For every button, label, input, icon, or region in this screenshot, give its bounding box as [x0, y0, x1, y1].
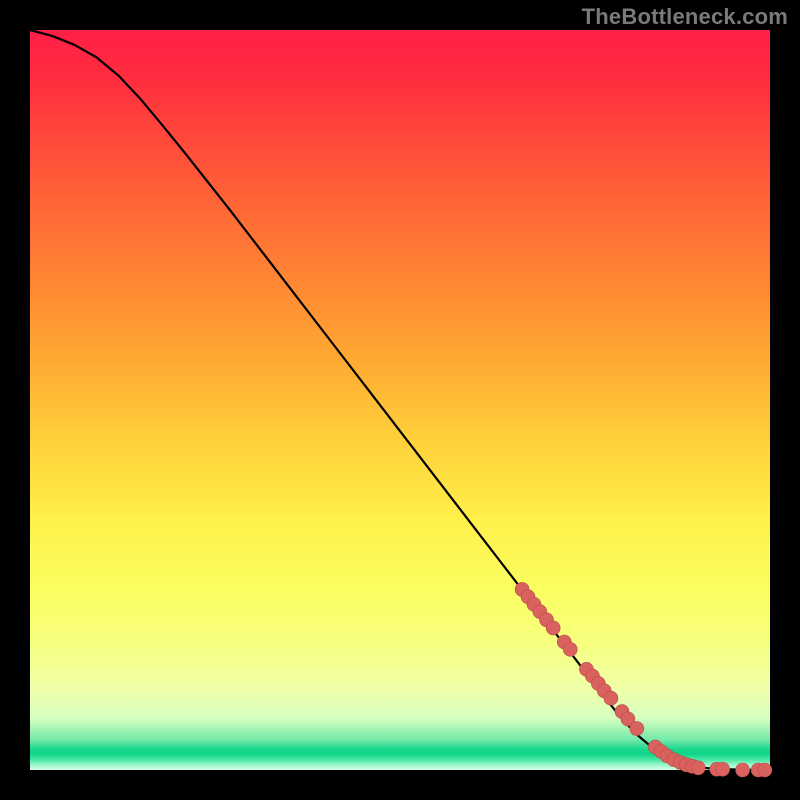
data-marker — [691, 761, 705, 775]
data-marker — [546, 621, 560, 635]
data-marker — [758, 763, 772, 777]
marker-group — [515, 582, 772, 777]
chart-svg — [30, 30, 770, 770]
data-marker — [604, 691, 618, 705]
plot-area — [30, 30, 770, 770]
data-marker — [563, 642, 577, 656]
chart-frame: TheBottleneck.com — [0, 0, 800, 800]
curve-line — [30, 30, 770, 770]
watermark-text: TheBottleneck.com — [582, 4, 788, 30]
data-marker — [630, 722, 644, 736]
data-marker — [736, 763, 750, 777]
data-marker — [716, 762, 730, 776]
